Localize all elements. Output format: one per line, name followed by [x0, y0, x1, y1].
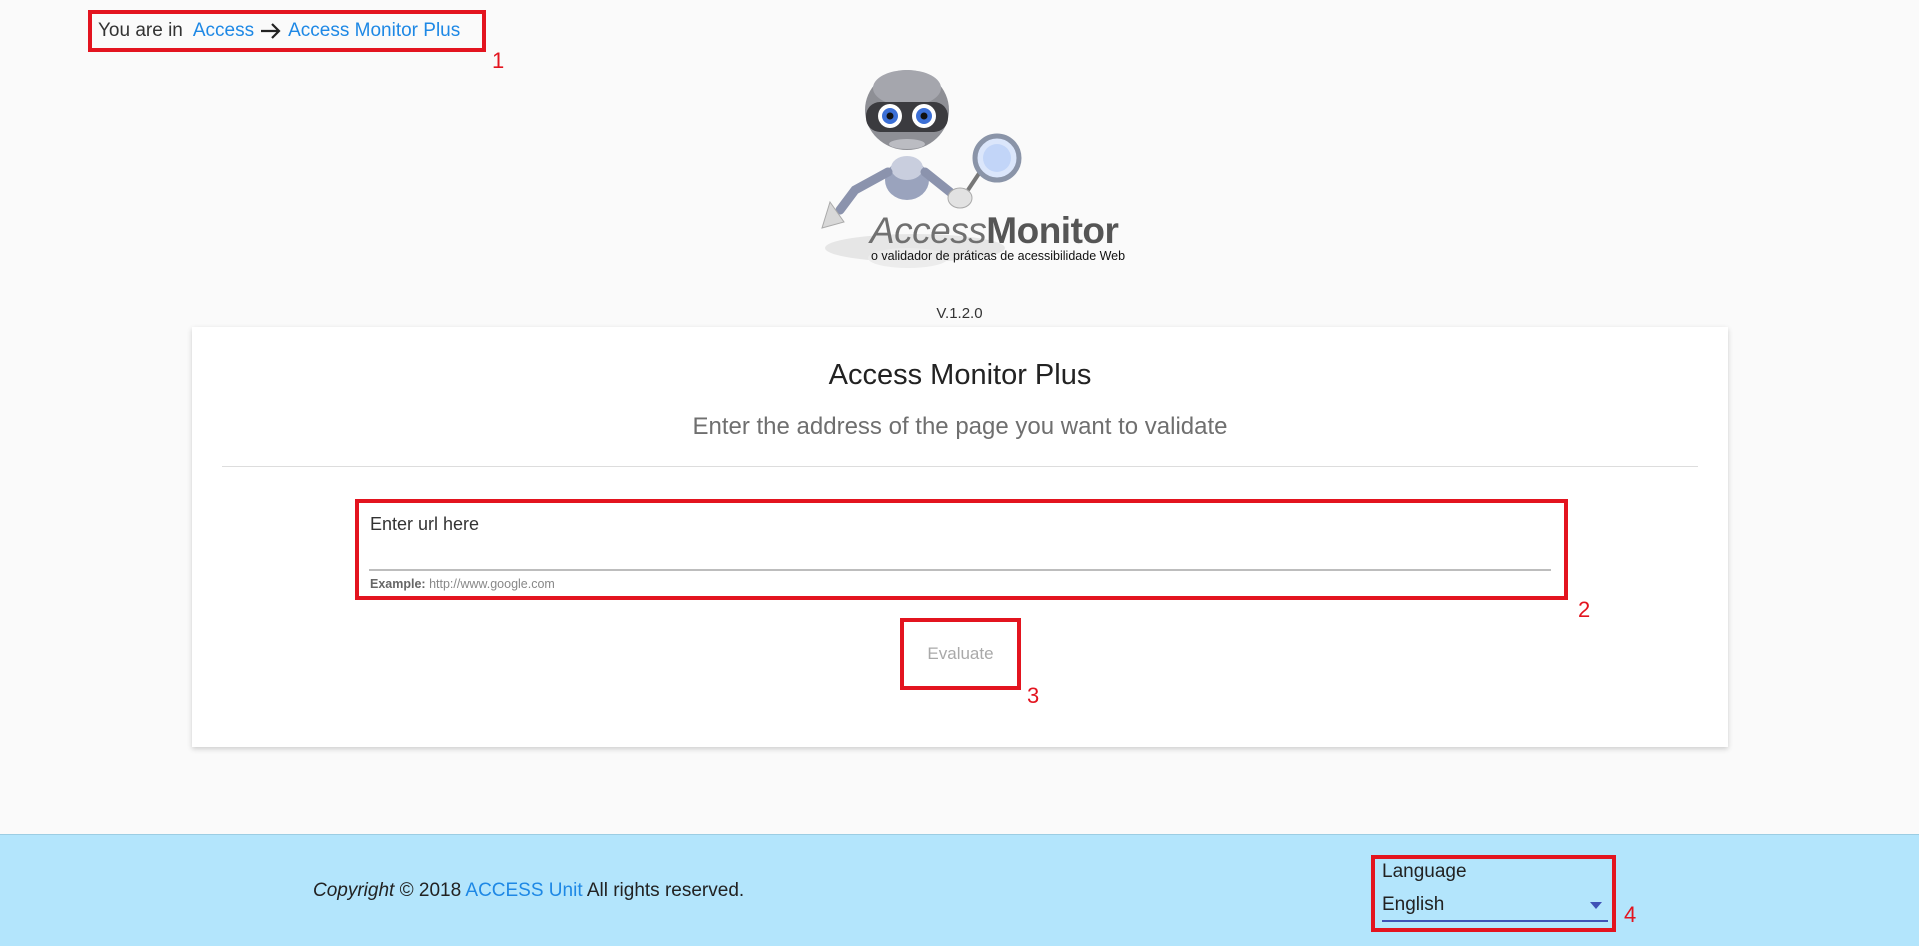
footer [0, 834, 1919, 946]
card-subtitle: Enter the address of the page you want t… [692, 413, 1228, 440]
url-field-label: Enter url here [370, 514, 480, 534]
breadcrumb-link-access[interactable]: Access [193, 20, 254, 42]
evaluate-button[interactable]: Evaluate [904, 622, 1017, 686]
version-label: V.1.2.0 [936, 305, 983, 322]
copyright-rights: All rights reserved. [586, 880, 745, 901]
url-field-hint: Example: http://www.google.com [370, 577, 555, 591]
breadcrumb: You are in Access Access Monitor Plus [88, 10, 486, 52]
logo-title-bold: Monitor [986, 210, 1119, 251]
card-divider [222, 466, 1698, 467]
copyright-year: © 2018 [399, 880, 462, 901]
logo-title: AccessMonitor [870, 210, 1119, 252]
annotation-marker-1: 1 [492, 48, 505, 73]
dropdown-caret-icon [1590, 901, 1602, 909]
url-input[interactable] [369, 541, 1551, 571]
card-title: Access Monitor Plus [828, 359, 1092, 391]
logo-title-light: Access [870, 210, 987, 251]
breadcrumb-link-access-monitor-plus[interactable]: Access Monitor Plus [288, 20, 460, 42]
url-hint-example: http://www.google.com [429, 577, 555, 591]
annotation-marker-2: 2 [1578, 597, 1591, 622]
access-unit-link[interactable]: ACCESS Unit [465, 880, 582, 901]
logo-tagline: o validador de práticas de acessibilidad… [871, 249, 1126, 263]
copyright-italic: Copyright [313, 880, 395, 901]
annotation-marker-4: 4 [1624, 902, 1637, 927]
url-hint-prefix: Example: [370, 577, 426, 591]
copyright-notice: Copyright © 2018 ACCESS Unit All rights … [313, 880, 744, 902]
language-label: Language [1382, 861, 1467, 882]
arrow-right-icon [260, 22, 282, 40]
breadcrumb-prefix: You are in [98, 20, 183, 41]
language-selected-value: English [1382, 894, 1445, 915]
language-select[interactable]: English [1382, 890, 1608, 922]
annotation-marker-3: 3 [1027, 683, 1040, 708]
